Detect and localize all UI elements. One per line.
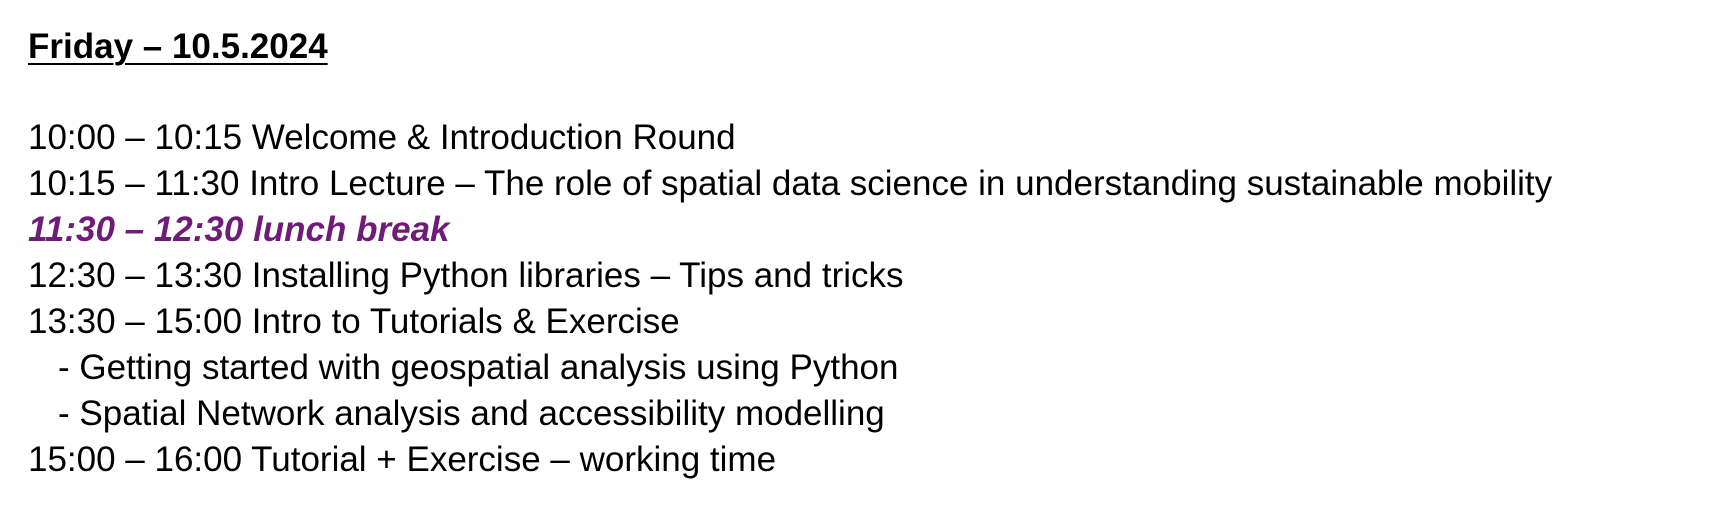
schedule-item-installing-python: 12:30 – 13:30 Installing Python librarie…: [28, 256, 904, 295]
schedule-subitem-geospatial-analysis: - Getting started with geospatial analys…: [58, 348, 899, 387]
schedule-document: Friday – 10.5.2024 10:00 – 10:15 Welcome…: [28, 0, 1712, 516]
schedule-subitem-network-analysis: - Spatial Network analysis and accessibi…: [58, 394, 885, 433]
schedule-item-intro-lecture: 10:15 – 11:30 Intro Lecture – The role o…: [28, 164, 1553, 203]
schedule-item-welcome: 10:00 – 10:15 Welcome & Introduction Rou…: [28, 118, 736, 157]
schedule-item-working-time: 15:00 – 16:00 Tutorial + Exercise – work…: [28, 440, 777, 479]
schedule-item-lunch-break: 11:30 – 12:30 lunch break: [28, 210, 450, 249]
page-title: Friday – 10.5.2024: [28, 27, 328, 66]
schedule-item-tutorials-exercise: 13:30 – 15:00 Intro to Tutorials & Exerc…: [28, 302, 680, 341]
